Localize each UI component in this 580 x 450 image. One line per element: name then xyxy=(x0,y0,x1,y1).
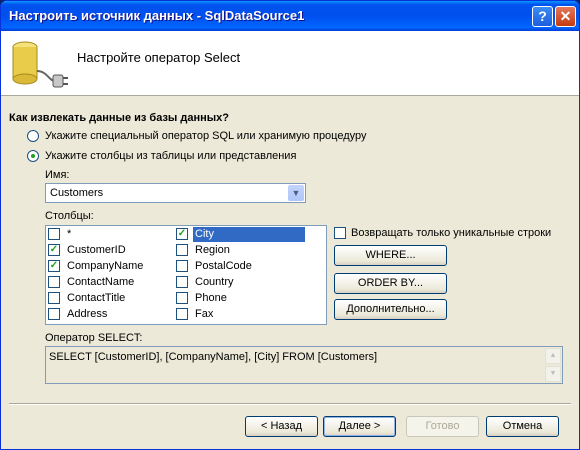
footer-divider xyxy=(9,403,571,405)
scroll-up-icon[interactable]: ▲ xyxy=(545,348,561,364)
column-checkbox[interactable] xyxy=(176,308,188,320)
column-checkbox[interactable] xyxy=(48,228,60,240)
window-title: Настроить источник данных - SqlDataSourc… xyxy=(9,8,305,23)
question-label: Как извлекать данные из базы данных? xyxy=(9,112,229,124)
close-button[interactable]: ✕ xyxy=(555,6,576,27)
header-title: Настройте оператор Select xyxy=(77,50,241,65)
chevron-down-icon[interactable]: ▼ xyxy=(288,185,304,201)
column-checkbox[interactable] xyxy=(176,244,188,256)
columns-label: Столбцы: xyxy=(45,210,94,222)
select-statement-box[interactable]: SELECT [CustomerID], [CompanyName], [Cit… xyxy=(45,346,563,384)
cancel-button[interactable]: Отмена xyxy=(486,416,559,437)
radio-custom-sql-label[interactable]: Укажите специальный оператор SQL или хра… xyxy=(45,130,367,142)
name-label: Имя: xyxy=(45,169,70,181)
columns-list[interactable]: * ✓ CustomerID ✓ CompanyName ContactName C… xyxy=(45,225,327,325)
unique-rows-checkbox[interactable] xyxy=(334,227,346,239)
column-checkbox[interactable] xyxy=(48,292,60,304)
advanced-button[interactable]: Дополнительно... xyxy=(334,299,447,320)
radio-custom-sql[interactable] xyxy=(27,130,39,142)
radio-columns-label[interactable]: Укажите столбцы из таблицы или представл… xyxy=(45,150,296,162)
wizard-header: Настройте оператор Select xyxy=(1,31,579,96)
radio-columns-from-table[interactable] xyxy=(27,150,39,162)
where-button[interactable]: WHERE... xyxy=(334,245,447,266)
column-checkbox[interactable] xyxy=(48,308,60,320)
column-checkbox[interactable]: ✓ xyxy=(48,260,60,272)
column-checkbox[interactable]: ✓ xyxy=(48,244,60,256)
next-button[interactable]: Далее > xyxy=(323,416,396,437)
select-statement-text: SELECT [CustomerID], [CompanyName], [Cit… xyxy=(49,351,378,363)
column-checkbox[interactable] xyxy=(176,260,188,272)
scroll-down-icon[interactable]: ▼ xyxy=(545,366,561,382)
column-checkbox[interactable] xyxy=(48,276,60,288)
title-bar[interactable]: Настроить источник данных - SqlDataSourc… xyxy=(1,1,579,31)
column-checkbox[interactable] xyxy=(176,276,188,288)
finish-button[interactable]: Готово xyxy=(406,416,479,437)
order-by-button[interactable]: ORDER BY... xyxy=(334,273,447,294)
select-statement-label: Оператор SELECT: xyxy=(45,332,143,344)
help-button[interactable]: ? xyxy=(532,6,553,27)
table-name-value: Customers xyxy=(50,187,104,199)
column-checkbox[interactable] xyxy=(176,292,188,304)
back-button[interactable]: < Назад xyxy=(245,416,318,437)
database-connector-icon xyxy=(12,41,68,88)
unique-rows-label[interactable]: Возвращать только уникальные строки xyxy=(351,227,551,239)
column-checkbox[interactable]: ✓ xyxy=(176,228,188,240)
dialog-window: Настроить источник данных - SqlDataSourc… xyxy=(0,0,580,450)
table-name-combobox[interactable]: Customers ▼ xyxy=(45,183,306,203)
